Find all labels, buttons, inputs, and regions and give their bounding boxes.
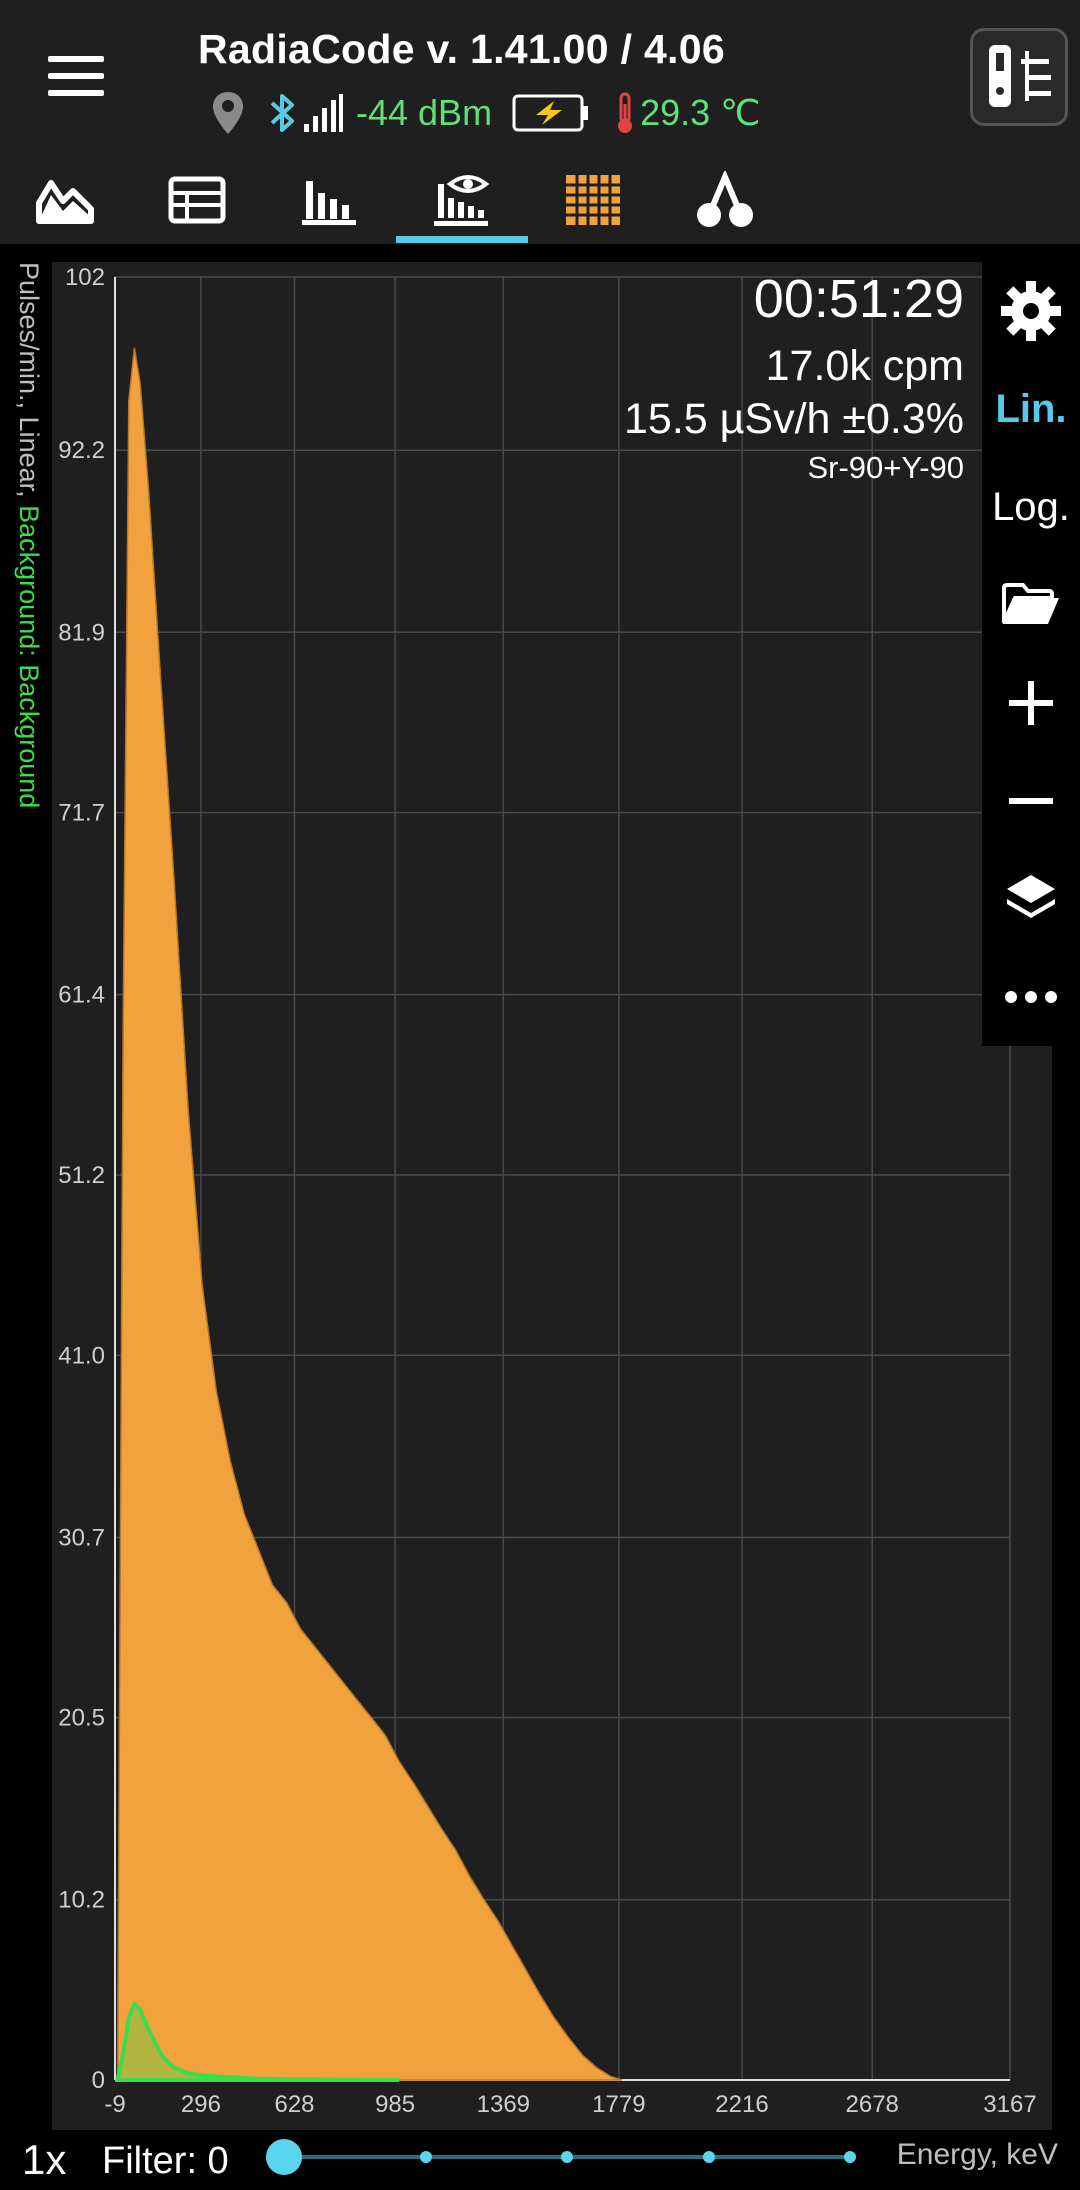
tab-dose-rate-chart[interactable] bbox=[0, 156, 130, 244]
filter-slider-thumb[interactable] bbox=[266, 2139, 302, 2175]
x-tick-label: 1369 bbox=[477, 2091, 530, 2118]
zoom-level[interactable]: 1x bbox=[22, 2136, 66, 2184]
thermometer-icon bbox=[618, 92, 633, 133]
more-options-button[interactable] bbox=[982, 948, 1080, 1046]
location-pin-icon bbox=[213, 92, 243, 134]
count-rate: 17.0k cpm bbox=[765, 342, 964, 390]
log-scale-button[interactable]: Log. bbox=[982, 458, 1080, 556]
layers-button[interactable] bbox=[982, 850, 1080, 948]
slider-step bbox=[561, 2151, 573, 2163]
y-tick-label: 41.0 bbox=[58, 1342, 105, 1369]
x-tick-label: 628 bbox=[274, 2091, 314, 2118]
view-tabs bbox=[0, 156, 1080, 244]
y-tick-label: 92.2 bbox=[58, 437, 105, 464]
x-axis-label: Energy, keV bbox=[896, 2138, 1058, 2171]
y-tick-label: 20.5 bbox=[58, 1705, 105, 1732]
x-tick-label: 2216 bbox=[715, 2091, 768, 2118]
y-tick-label: 0 bbox=[92, 2067, 105, 2094]
filter-value: Filter: 0 bbox=[102, 2140, 229, 2182]
more-dots-icon bbox=[1005, 991, 1057, 1003]
tab-isotopes[interactable] bbox=[660, 156, 790, 244]
plus-icon bbox=[1009, 681, 1053, 725]
x-tick-label: 3167 bbox=[983, 2091, 1036, 2118]
spectrum-chart-svg[interactable]: 0 10.2 20.5 30.7 41.0 51.2 61.4 71.7 81.9 92.2 102… bbox=[52, 262, 1052, 2130]
tab-spectrum-histogram[interactable] bbox=[264, 156, 394, 244]
settings-button[interactable] bbox=[982, 262, 1080, 360]
temperature-value: 29.3 ℃ bbox=[640, 92, 761, 133]
spectrum-chart[interactable]: 0 10.2 20.5 30.7 41.0 51.2 61.4 71.7 81.9 92.2 102… bbox=[52, 262, 1052, 2130]
y-tick-label: 71.7 bbox=[58, 800, 105, 827]
device-sliders-icon bbox=[989, 45, 1051, 107]
zoom-in-button[interactable] bbox=[982, 654, 1080, 752]
tab-spectrum[interactable] bbox=[396, 156, 526, 244]
x-tick-label: 2678 bbox=[846, 2091, 899, 2118]
y-axis-units: Pulses/min., Linear, bbox=[14, 262, 44, 506]
signal-strength-icon bbox=[304, 94, 343, 132]
signal-value: -44 dBm bbox=[356, 92, 493, 133]
y-tick-label: 51.2 bbox=[58, 1162, 105, 1189]
folder-open-icon bbox=[1002, 583, 1059, 624]
y-axis-label: Pulses/min., Linear, Background: Backgro… bbox=[8, 262, 48, 1162]
spectrum-eye-icon bbox=[434, 175, 490, 226]
x-tick-label: 985 bbox=[375, 2091, 415, 2118]
isotope-label: Sr-90+Y-90 bbox=[807, 450, 964, 485]
slider-step bbox=[703, 2151, 715, 2163]
y-tick-label: 102 bbox=[65, 264, 105, 291]
x-tick-label: 1779 bbox=[592, 2091, 645, 2118]
device-settings-button[interactable] bbox=[970, 28, 1068, 126]
gear-icon bbox=[1001, 281, 1061, 341]
menu-icon[interactable] bbox=[48, 56, 104, 96]
active-tab-indicator bbox=[396, 236, 528, 243]
status-row: -44 dBm 29.3 ℃ bbox=[210, 88, 761, 138]
app-title: RadiaCode v. 1.41.00 / 4.06 bbox=[198, 26, 725, 72]
y-tick-label: 30.7 bbox=[58, 1524, 105, 1551]
table-icon bbox=[168, 176, 226, 224]
battery-charging-icon bbox=[512, 94, 589, 132]
y-tick-label: 10.2 bbox=[58, 1887, 105, 1914]
chart-toolbar: Lin. Log. bbox=[982, 262, 1080, 1046]
app-header: RadiaCode v. 1.41.00 / 4.06 -44 dBm 29.3 bbox=[0, 0, 1080, 156]
y-tick-label: 61.4 bbox=[58, 982, 105, 1009]
tab-table[interactable] bbox=[132, 156, 262, 244]
slider-step bbox=[844, 2151, 856, 2163]
spectrum-series-area bbox=[116, 347, 623, 2081]
linear-scale-button[interactable]: Lin. bbox=[982, 360, 1080, 458]
grid-icon bbox=[566, 175, 620, 225]
slider-step bbox=[420, 2151, 432, 2163]
x-tick-label: 296 bbox=[181, 2091, 221, 2118]
minus-icon bbox=[1009, 798, 1053, 804]
zoom-out-button[interactable] bbox=[982, 752, 1080, 850]
open-file-button[interactable] bbox=[982, 556, 1080, 654]
isotope-molecule-icon bbox=[697, 171, 753, 227]
y-tick-label: 81.9 bbox=[58, 619, 105, 646]
background-label: Background: Background bbox=[14, 505, 44, 809]
measurement-timer: 00:51:29 bbox=[753, 269, 964, 329]
dose-rate: 15.5 µSv/h ±0.3% bbox=[623, 395, 964, 443]
tab-grid[interactable] bbox=[528, 156, 658, 244]
area-chart-icon bbox=[36, 180, 94, 224]
bluetooth-icon bbox=[270, 94, 294, 132]
layers-icon bbox=[1007, 875, 1055, 918]
x-tick-label: -9 bbox=[104, 2091, 125, 2118]
histogram-icon bbox=[302, 181, 356, 225]
